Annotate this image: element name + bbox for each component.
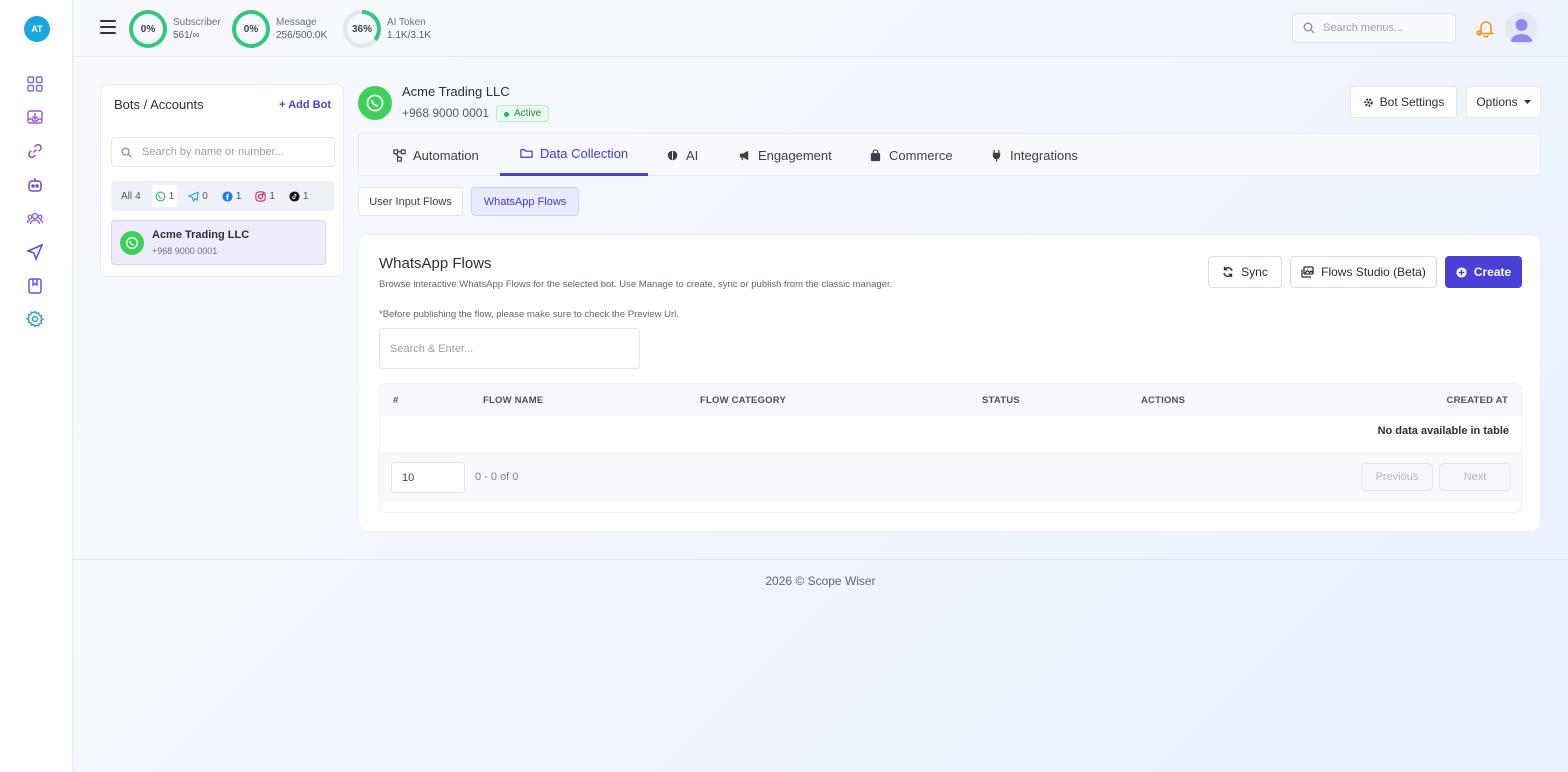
- channel-filter: All 4 1 0 1 1 1: [111, 181, 335, 211]
- channel-filter-all[interactable]: All 4: [118, 185, 144, 207]
- card-description: Browse interactive WhatsApp Flows for th…: [379, 279, 893, 290]
- message-progress-ring: 0%: [232, 10, 270, 48]
- settings-icon[interactable]: [25, 310, 45, 328]
- instagram-icon: [255, 190, 267, 202]
- subscriber-stat: 0% Subscriber 561/∞: [129, 10, 221, 48]
- subscriber-value: 561/∞: [173, 30, 200, 41]
- flow-icon: [393, 148, 406, 162]
- bots-panel-title: Bots / Accounts: [114, 97, 204, 112]
- channel-filter-tiktok[interactable]: 1: [286, 185, 312, 207]
- dashboard-icon[interactable]: [26, 75, 44, 93]
- tab-ai[interactable]: AI: [666, 134, 698, 176]
- whatsapp-icon: [120, 231, 144, 255]
- section-tabs: Automation Data Collection AI Engagement…: [358, 133, 1541, 176]
- images-icon: [1301, 266, 1314, 278]
- create-flow-button[interactable]: Create: [1445, 256, 1522, 288]
- ai-token-label: AI Token: [387, 17, 426, 28]
- table-pagination: 10 0 - 0 of 0 Previous Next: [380, 452, 1521, 502]
- subscriber-label: Subscriber: [173, 17, 221, 28]
- inbox-download-icon[interactable]: [26, 108, 44, 126]
- bookmark-icon[interactable]: [26, 277, 44, 295]
- bot-settings-button[interactable]: Bot Settings: [1350, 86, 1457, 118]
- ai-token-stat: 36% AI Token 1.1K/3.1K: [343, 10, 431, 48]
- status-badge: Active: [496, 105, 550, 122]
- menu-search-input[interactable]: Search menus...: [1292, 13, 1456, 43]
- sync-icon: [1223, 267, 1233, 277]
- bot-phone: +968 9000 0001: [402, 106, 490, 120]
- tab-commerce[interactable]: Commerce: [869, 134, 953, 176]
- send-icon[interactable]: [25, 243, 44, 262]
- menu-toggle-icon[interactable]: [100, 20, 116, 34]
- brain-icon: [667, 150, 678, 160]
- page-size-select[interactable]: 10: [391, 462, 465, 493]
- channel-filter-instagram[interactable]: 1: [252, 185, 278, 207]
- column-header-actions[interactable]: ACTIONS: [1141, 395, 1185, 406]
- bot-list-item-phone: +968 9000 0001: [152, 246, 218, 256]
- users-group-icon[interactable]: [26, 209, 44, 227]
- top-bar: 0% Subscriber 561/∞ 0% Message 256/500.0K …: [73, 0, 1568, 57]
- footer-copyright: 2026 © Scope Wiser: [765, 574, 876, 588]
- tab-integrations[interactable]: Integrations: [990, 134, 1078, 176]
- column-header-flow-category[interactable]: FLOW CATEGORY: [700, 395, 786, 406]
- subscriber-progress-ring: 0%: [129, 10, 167, 48]
- bots-accounts-panel: Bots / Accounts + Add Bot Search by name…: [100, 84, 344, 277]
- preview-url-note: *Before publishing the flow, please make…: [379, 309, 679, 320]
- tab-engagement[interactable]: Engagement: [738, 134, 832, 176]
- flow-search-input[interactable]: Search & Enter...: [379, 328, 640, 369]
- column-header-status[interactable]: STATUS: [982, 395, 1020, 406]
- search-icon: [121, 146, 132, 158]
- message-value: 256/500.0K: [276, 30, 328, 41]
- bag-icon: [870, 148, 881, 161]
- user-avatar[interactable]: [1505, 12, 1538, 45]
- bot-search-input[interactable]: Search by name or number...: [111, 137, 335, 167]
- next-page-button[interactable]: Next: [1439, 463, 1511, 491]
- bot-icon[interactable]: [26, 176, 44, 194]
- bot-list-item[interactable]: Acme Trading LLC +968 9000 0001: [111, 220, 326, 265]
- gear-icon: [1363, 97, 1373, 107]
- link-icon[interactable]: [26, 142, 44, 160]
- whatsapp-icon: [155, 191, 166, 201]
- message-label: Message: [276, 17, 317, 28]
- channel-filter-facebook[interactable]: 1: [219, 185, 245, 207]
- column-header-created-at[interactable]: CREATED AT: [1447, 395, 1508, 406]
- message-stat: 0% Message 256/500.0K: [232, 10, 327, 48]
- empty-table-message: No data available in table: [1377, 425, 1509, 437]
- bot-list-item-name: Acme Trading LLC: [152, 229, 250, 241]
- whatsapp-icon: [358, 86, 392, 120]
- add-bot-button[interactable]: + Add Bot: [279, 99, 331, 111]
- brand-logo[interactable]: AT: [24, 16, 50, 42]
- search-icon: [1303, 22, 1315, 34]
- previous-page-button[interactable]: Previous: [1361, 463, 1433, 491]
- tab-automation[interactable]: Automation: [393, 134, 479, 176]
- footer-divider: [73, 559, 1568, 560]
- channel-filter-whatsapp[interactable]: 1: [151, 185, 178, 207]
- flows-table: # FLOW NAME FLOW CATEGORY STATUS ACTIONS…: [379, 383, 1522, 513]
- options-dropdown-button[interactable]: Options: [1466, 86, 1541, 118]
- caret-down-icon: [1523, 99, 1531, 104]
- column-header-index[interactable]: #: [393, 395, 398, 406]
- megaphone-icon: [739, 150, 749, 160]
- ai-token-value: 1.1K/3.1K: [387, 30, 431, 41]
- facebook-icon: [222, 190, 233, 202]
- whatsapp-flows-card: WhatsApp Flows Browse interactive WhatsA…: [358, 234, 1541, 532]
- tiktok-icon: [289, 190, 300, 202]
- channel-filter-telegram[interactable]: 0: [185, 185, 211, 207]
- bot-name: Acme Trading LLC: [402, 84, 510, 99]
- user-input-flows-tab[interactable]: User Input Flows: [358, 187, 463, 216]
- telegram-icon: [188, 191, 199, 202]
- pagination-range: 0 - 0 of 0: [475, 471, 519, 483]
- table-header: # FLOW NAME FLOW CATEGORY STATUS ACTIONS…: [380, 384, 1521, 416]
- column-header-flow-name[interactable]: FLOW NAME: [483, 395, 543, 406]
- whatsapp-flows-tab[interactable]: WhatsApp Flows: [471, 187, 579, 216]
- plug-icon: [992, 149, 1001, 162]
- sidebar-rail: AT: [0, 0, 73, 772]
- tab-data-collection[interactable]: Data Collection: [500, 134, 649, 176]
- card-title: WhatsApp Flows: [379, 255, 492, 272]
- sync-button[interactable]: Sync: [1208, 256, 1282, 288]
- ai-token-progress-ring: 36%: [343, 10, 381, 48]
- flows-studio-button[interactable]: Flows Studio (Beta): [1290, 256, 1437, 288]
- plus-circle-icon: [1456, 266, 1467, 278]
- notification-bell-icon[interactable]: [1476, 18, 1496, 38]
- folder-icon: [520, 149, 533, 158]
